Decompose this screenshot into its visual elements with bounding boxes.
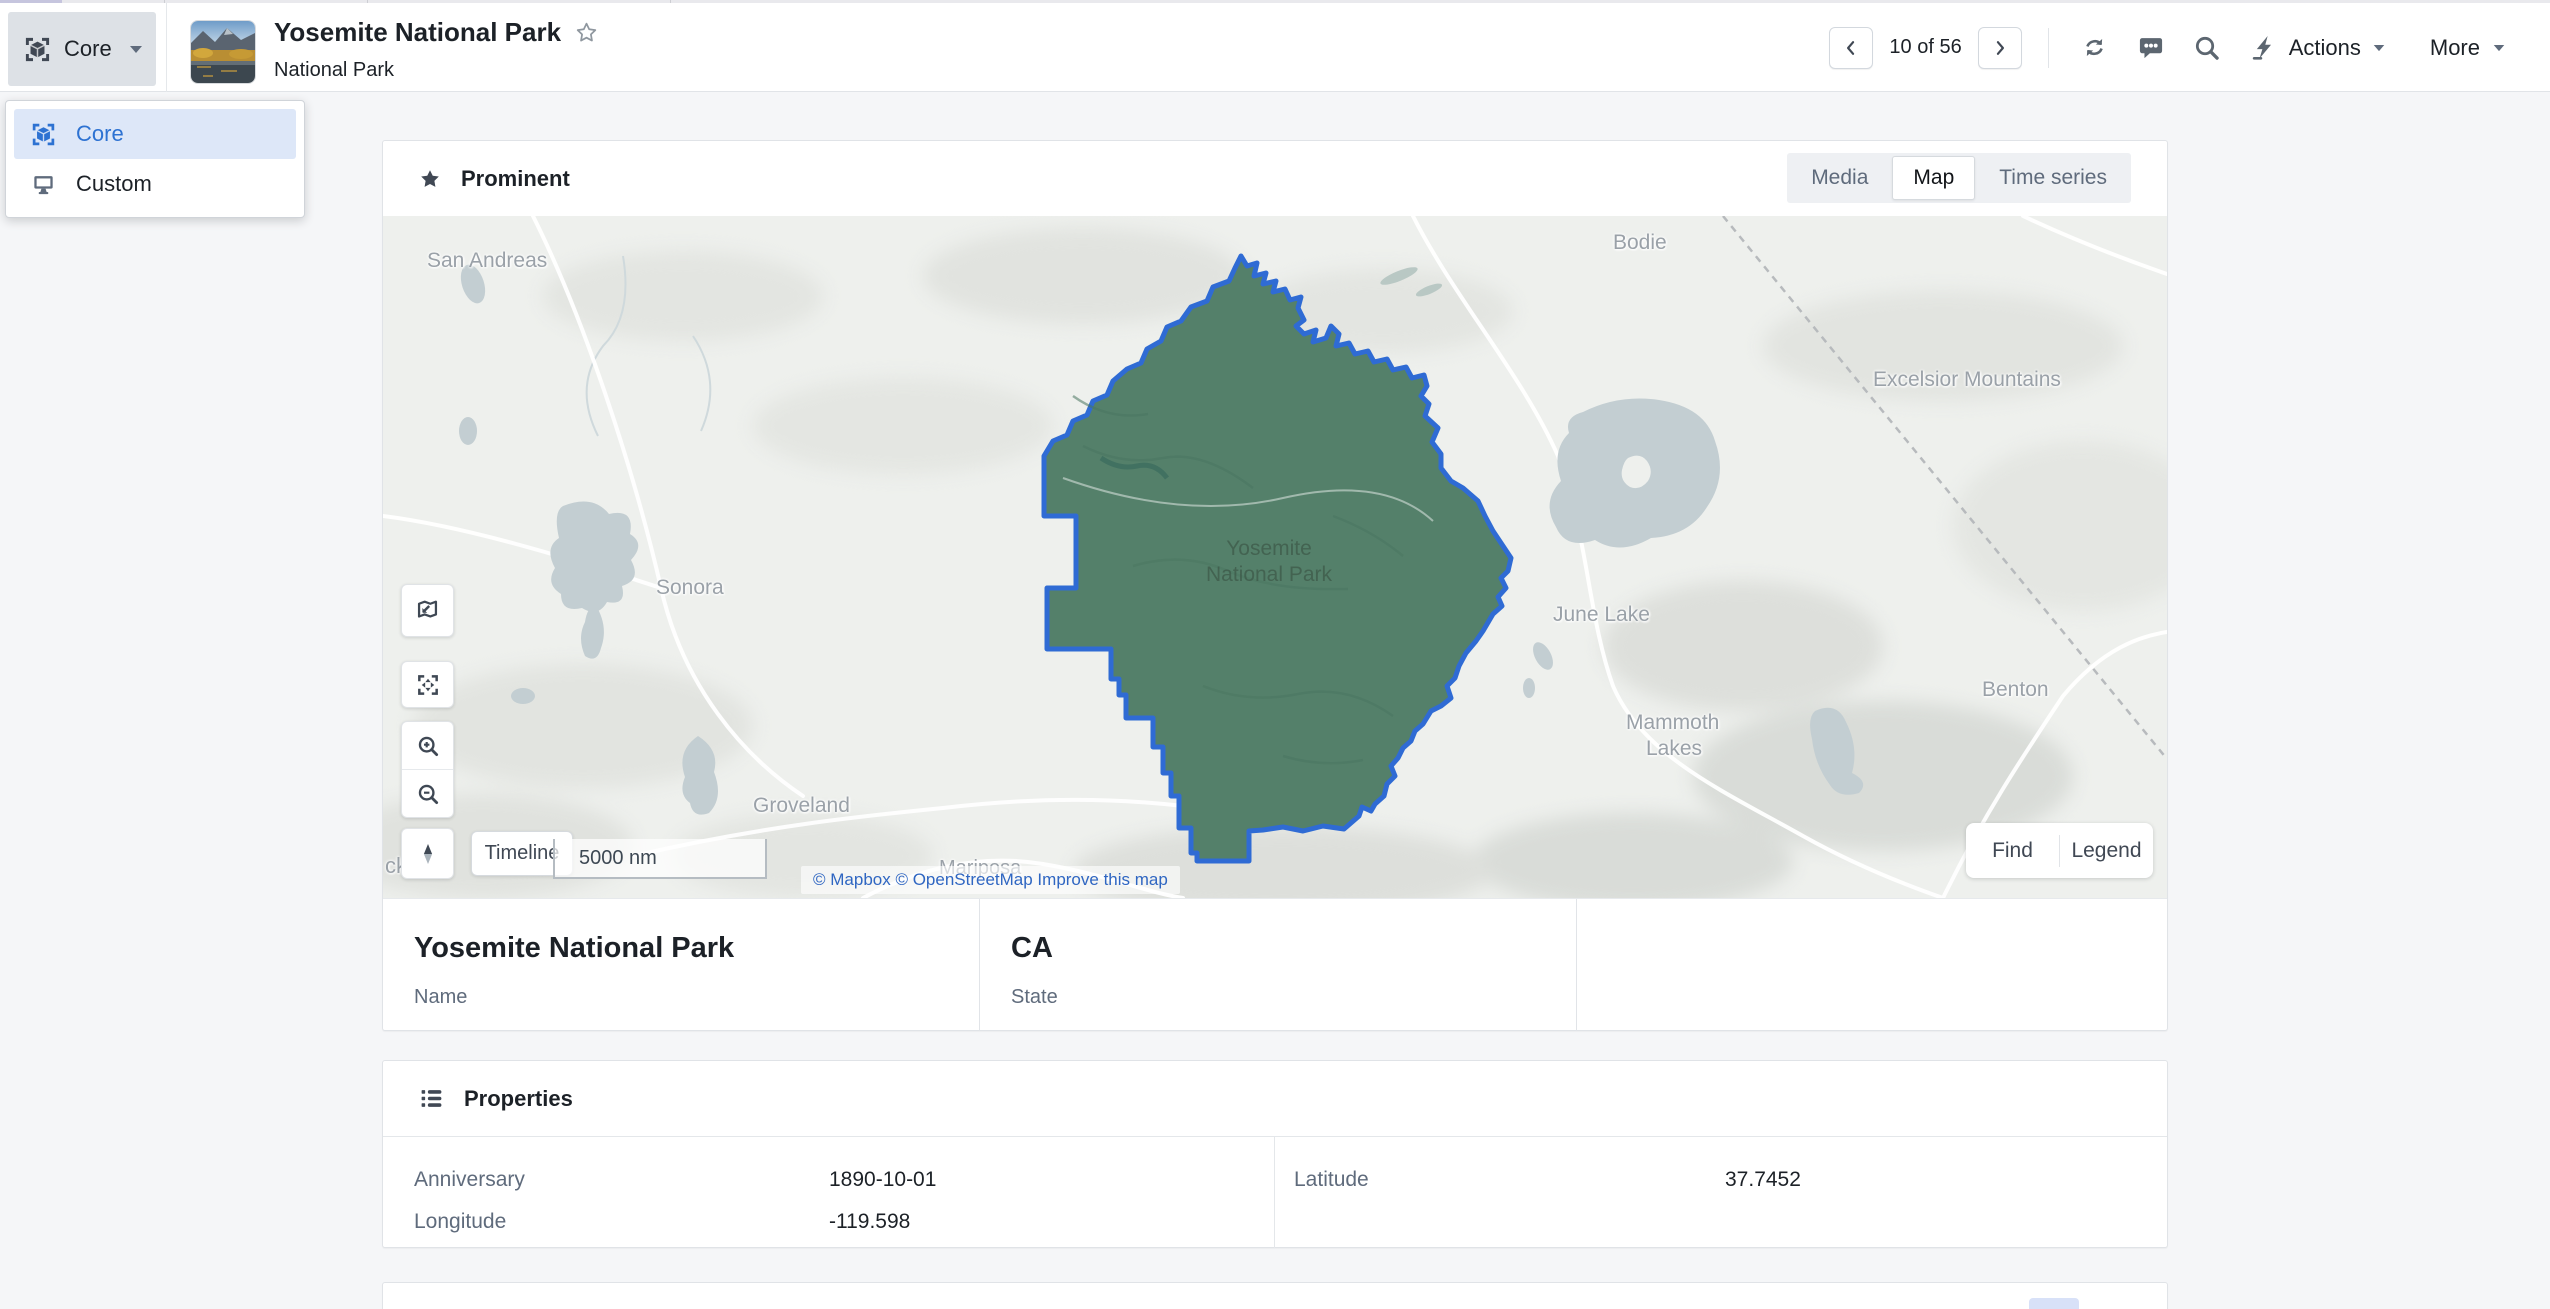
cube-icon (31, 122, 56, 147)
summary-value: Yosemite National Park (414, 932, 979, 965)
property-row: Anniversary 1890-10-01 (383, 1159, 1274, 1201)
property-label: Longitude (383, 1210, 829, 1234)
menu-item-custom[interactable]: Custom (14, 159, 296, 209)
next-object-button[interactable] (1978, 27, 2022, 69)
properties-table: Anniversary 1890-10-01 Longitude -119.59… (383, 1136, 2167, 1248)
page-subtitle: National Park (274, 59, 598, 82)
toolbar-divider (2048, 28, 2049, 68)
section-title: Prominent (461, 166, 570, 192)
compass-needle-icon (415, 841, 441, 867)
map-basemap (383, 216, 2167, 898)
highlighted-properties-strip: Yosemite National Park Name CA State (383, 898, 2167, 1031)
find-button[interactable]: Find (1966, 839, 2059, 863)
zoom-in-icon (415, 733, 441, 759)
summary-card-empty (1577, 899, 2167, 1031)
chevron-down-icon (2492, 43, 2506, 53)
monitor-icon (31, 172, 56, 197)
property-value: 37.7452 (1725, 1168, 1801, 1192)
section-title: Properties (464, 1086, 573, 1112)
comments-button[interactable] (2131, 28, 2171, 68)
chevron-left-icon (1841, 38, 1861, 58)
take-action-icon (2251, 34, 2278, 61)
comment-icon (2137, 34, 2165, 62)
property-row: Longitude -119.598 (383, 1201, 1274, 1243)
more-label: More (2430, 35, 2480, 61)
app-header: Core Yosemite National Park (0, 3, 2550, 92)
summary-label: Name (414, 986, 979, 1009)
find-legend-control: Find Legend (1966, 823, 2153, 878)
map-layers-button[interactable] (401, 584, 454, 637)
menu-item-label: Core (76, 121, 124, 147)
property-label: Latitude (1275, 1168, 1725, 1192)
chevron-right-icon (1990, 38, 2010, 58)
tab-media[interactable]: Media (1787, 153, 1892, 203)
map-canvas[interactable]: San Andreas Sonora Groveland Mariposa ck… (383, 216, 2167, 898)
menu-item-label: Custom (76, 171, 152, 197)
tab-time-series[interactable]: Time series (1975, 153, 2131, 203)
legend-button[interactable]: Legend (2060, 839, 2153, 863)
actions-button[interactable]: Actions (2251, 34, 2386, 61)
star-filled-icon (419, 168, 441, 190)
chevron-down-icon (2372, 43, 2386, 53)
summary-label: State (1011, 986, 1576, 1009)
page-title: Yosemite National Park (274, 17, 561, 48)
zoom-in-button[interactable] (402, 722, 453, 769)
next-section-card-clipped (382, 1282, 2168, 1309)
favorite-star-icon[interactable] (575, 21, 598, 44)
property-value: 1890-10-01 (829, 1168, 936, 1192)
view-switcher: Media Map Time series (1787, 153, 2131, 203)
zoom-out-button[interactable] (402, 770, 453, 817)
summary-value: CA (1011, 932, 1576, 965)
prominent-section-card: Prominent Media Map Time series (382, 140, 2168, 1031)
clipped-blue-chip (2029, 1298, 2079, 1309)
actions-label: Actions (2289, 35, 2361, 61)
scope-dropdown-menu: Core Custom (5, 100, 305, 218)
properties-list-icon (419, 1086, 444, 1111)
more-button[interactable]: More (2430, 35, 2506, 61)
property-value: -119.598 (829, 1210, 910, 1234)
scope-selector-button[interactable]: Core (8, 12, 156, 86)
map-attribution[interactable]: © Mapbox © OpenStreetMap Improve this ma… (801, 866, 1180, 894)
refresh-icon (2081, 34, 2108, 61)
zoom-control (401, 721, 454, 818)
search-icon (2193, 34, 2221, 62)
refresh-button[interactable] (2075, 28, 2115, 68)
compass-button[interactable] (401, 828, 454, 879)
summary-card-state: CA State (980, 899, 1577, 1031)
chevron-down-icon (128, 44, 144, 55)
prominent-header: Prominent Media Map Time series (383, 141, 2167, 216)
entity-thumbnail[interactable] (190, 20, 256, 84)
menu-item-core[interactable]: Core (14, 109, 296, 159)
properties-section-card: Properties Anniversary 1890-10-01 Longit… (382, 1060, 2168, 1248)
summary-card-name: Yosemite National Park Name (383, 899, 980, 1031)
previous-object-button[interactable] (1829, 27, 1873, 69)
property-label: Anniversary (383, 1168, 829, 1192)
map-icon (414, 597, 441, 624)
header-divider (166, 3, 167, 92)
zoom-to-fit-icon (415, 672, 441, 698)
tab-map[interactable]: Map (1892, 156, 1975, 200)
zoom-out-icon (415, 781, 441, 807)
search-button[interactable] (2187, 28, 2227, 68)
map-scale: 5000 nm (553, 839, 767, 879)
pagination-counter: 10 of 56 (1889, 36, 1961, 59)
scope-selector-label: Core (64, 36, 112, 62)
cube-icon (24, 36, 51, 63)
property-row: Latitude 37.7452 (1275, 1159, 2167, 1201)
properties-header: Properties (383, 1061, 2167, 1136)
zoom-to-fit-button[interactable] (401, 661, 454, 708)
